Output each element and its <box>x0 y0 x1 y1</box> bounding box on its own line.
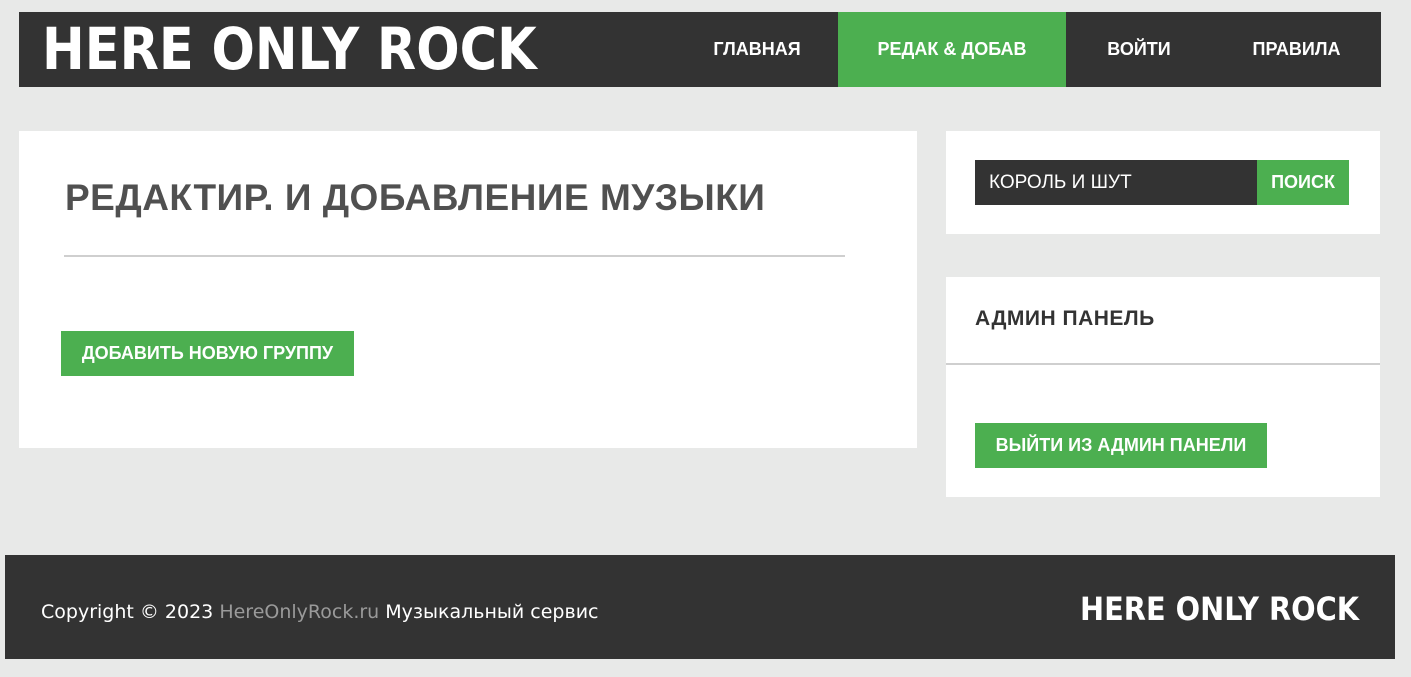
site-logo[interactable]: HERE ONLY ROCK <box>42 14 537 85</box>
site-footer: Copyright © 2023 HereOnlyRock.ru Музыкал… <box>5 555 1395 659</box>
main-content-card: РЕДАКТИР. И ДОБАВЛЕНИЕ МУЗЫКИ ДОБАВИТЬ Н… <box>19 131 917 448</box>
site-link[interactable]: HereOnlyRock.ru <box>219 601 379 623</box>
search-input[interactable] <box>975 160 1257 205</box>
nav-item-edit-add[interactable]: РЕДАК & ДОБАВ <box>838 12 1066 87</box>
page-title: РЕДАКТИР. И ДОБАВЛЕНИЕ МУЗЫКИ <box>65 177 766 218</box>
search-button[interactable]: ПОИСК <box>1257 160 1349 205</box>
site-header: HERE ONLY ROCK ГЛАВНАЯ РЕДАК & ДОБАВ ВОЙ… <box>19 12 1381 87</box>
nav-item-login[interactable]: ВОЙТИ <box>1066 12 1212 87</box>
nav-item-home[interactable]: ГЛАВНАЯ <box>677 12 837 87</box>
admin-panel-title: АДМИН ПАНЕЛЬ <box>975 307 1155 330</box>
add-new-group-button[interactable]: ДОБАВИТЬ НОВУЮ ГРУППУ <box>61 331 354 376</box>
copyright-text: Copyright © 2023 HereOnlyRock.ru Музыкал… <box>41 601 598 623</box>
nav-item-rules[interactable]: ПРАВИЛА <box>1212 12 1381 87</box>
admin-divider <box>946 363 1380 365</box>
footer-logo[interactable]: HERE ONLY ROCK <box>1080 590 1359 628</box>
copyright-prefix: Copyright © 2023 <box>41 601 214 623</box>
search-widget: ПОИСК <box>946 131 1380 234</box>
service-description: Музыкальный сервис <box>385 601 599 623</box>
exit-admin-panel-button[interactable]: ВЫЙТИ ИЗ АДМИН ПАНЕЛИ <box>975 423 1267 468</box>
title-divider <box>64 255 845 257</box>
admin-panel-widget: АДМИН ПАНЕЛЬ ВЫЙТИ ИЗ АДМИН ПАНЕЛИ <box>946 277 1380 497</box>
